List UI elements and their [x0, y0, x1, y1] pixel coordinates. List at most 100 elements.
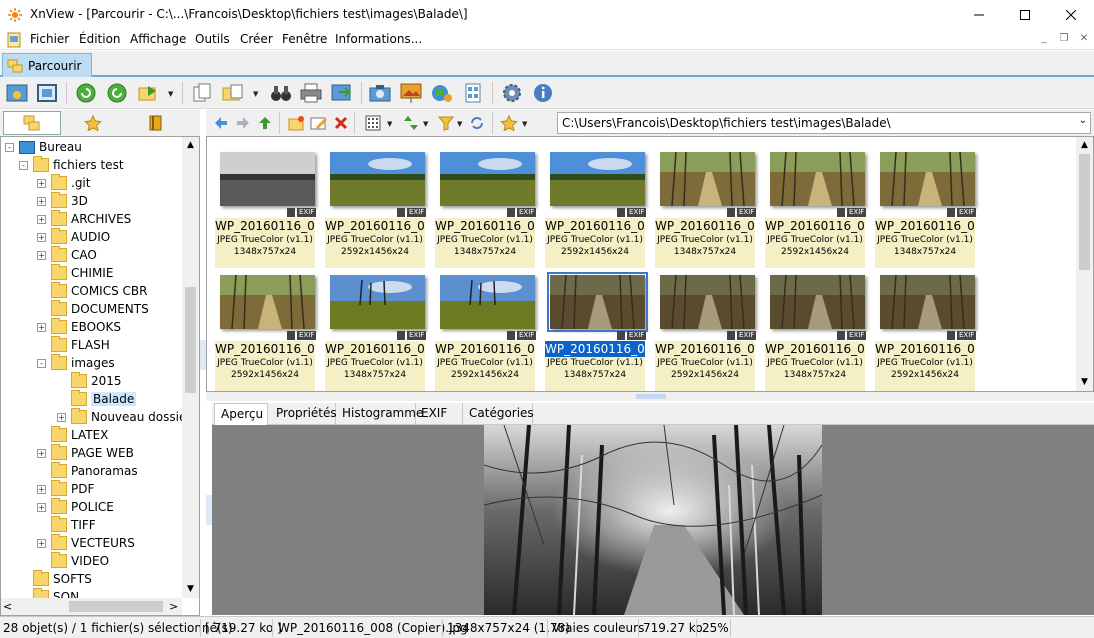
scroll-right-icon[interactable]: > [169, 598, 178, 615]
scroll-up-icon[interactable]: ▲ [182, 137, 199, 154]
mdi-minimize-icon[interactable]: _ [1036, 33, 1052, 47]
sort-dropdown-icon[interactable]: ▼ [423, 120, 428, 128]
paste-dropdown-icon[interactable]: ▼ [253, 90, 258, 98]
tree-item[interactable]: + EBOOKS [37, 318, 121, 336]
document-icon[interactable] [6, 32, 22, 48]
tree-item[interactable]: + POLICE [37, 498, 114, 516]
thumbnail-item[interactable]: EXIFWP_20160116_00...JPEG TrueColor (v1.… [763, 270, 867, 391]
tree-item[interactable]: - Bureau [5, 138, 82, 156]
thumbnail-item[interactable]: EXIF WP_20160116_009 JPEG TrueColor (v1.1)… [873, 270, 977, 391]
find-button[interactable] [268, 80, 294, 106]
tab-favorites[interactable] [64, 111, 122, 135]
browser-view-button[interactable] [4, 80, 30, 106]
tab-folders[interactable] [3, 111, 61, 135]
tab-exif[interactable]: EXIF [415, 403, 463, 425]
move-dropdown-icon[interactable]: ▼ [168, 90, 173, 98]
tree-item[interactable]: +3D [37, 192, 88, 210]
scroll-left-icon[interactable]: < [3, 598, 12, 615]
tree-item[interactable]: Panoramas [37, 462, 138, 480]
mdi-restore-icon[interactable]: ❐ [1056, 33, 1072, 47]
expand-icon[interactable]: + [37, 538, 46, 548]
fullscreen-button[interactable] [34, 80, 60, 106]
move-button[interactable] [136, 80, 162, 106]
expand-icon[interactable]: + [37, 322, 46, 332]
maximize-button[interactable] [1002, 0, 1048, 30]
thumbnail-item[interactable]: EXIFWP_20160116_00...JPEG TrueColor (v1.… [543, 270, 648, 391]
tree-item[interactable]: + PDF [37, 480, 94, 498]
expand-icon[interactable]: + [37, 196, 46, 206]
tree-item[interactable]: - fichiers test [19, 156, 124, 174]
delete-button[interactable] [328, 110, 354, 136]
menu-fichier[interactable]: Fichier [30, 32, 69, 46]
capture-button[interactable] [367, 80, 393, 106]
thumbnail-item[interactable]: EXIF WP_20160116_004 JPEG TrueColor (v1.1)… [543, 147, 647, 268]
browser-vscroll-thumb[interactable] [1079, 154, 1090, 270]
expand-icon[interactable]: + [37, 448, 46, 458]
reload-button[interactable] [104, 80, 130, 106]
tree-item[interactable]: + .git [37, 174, 90, 192]
minimize-button[interactable] [956, 0, 1002, 30]
menu-fenetre[interactable]: Fenêtre [282, 32, 327, 46]
close-button[interactable] [1048, 0, 1094, 30]
browser-vscrollbar[interactable]: ▲ ▼ [1076, 137, 1093, 391]
convert-button[interactable] [329, 80, 355, 106]
refresh-button[interactable] [73, 80, 99, 106]
thumbnail-item[interactable]: EXIF WP_20160116_005 JPEG TrueColor (v1.1)… [763, 147, 867, 268]
tree-item[interactable]: LATEX [37, 426, 108, 444]
menu-edition[interactable]: Édition [79, 32, 121, 46]
web-button[interactable] [429, 80, 455, 106]
tree-item[interactable]: Balade [57, 390, 137, 408]
menu-creer[interactable]: Créer [240, 32, 273, 46]
tree-item[interactable]: TIFF [37, 516, 96, 534]
sync-button[interactable] [464, 110, 490, 136]
filter-button[interactable] [433, 110, 459, 136]
collapse-icon[interactable]: - [37, 358, 46, 368]
mdi-close-icon[interactable]: ✕ [1076, 33, 1092, 47]
scroll-down-icon[interactable]: ▼ [182, 581, 199, 598]
copy-button[interactable] [189, 80, 215, 106]
tree-vscrollbar[interactable]: ▲ ▼ [182, 137, 199, 598]
tree-item[interactable]: COMICS CBR [37, 282, 147, 300]
tab-parcourir[interactable]: Parcourir [2, 53, 92, 77]
filter-dropdown-icon[interactable]: ▼ [457, 120, 462, 128]
tree-item[interactable]: SOFTS [19, 570, 92, 588]
tree-item[interactable]: VIDEO [37, 552, 109, 570]
tab-apercu[interactable]: Aperçu [214, 403, 268, 425]
expand-icon[interactable]: + [57, 412, 66, 422]
thumbnail-item[interactable]: EXIFWP_20160116_00...JPEG TrueColor (v1.… [323, 270, 427, 391]
collapse-icon[interactable]: - [5, 142, 14, 152]
tree-item[interactable]: FLASH [37, 336, 110, 354]
view-mode-dropdown-icon[interactable]: ▼ [387, 120, 392, 128]
path-dropdown-icon[interactable]: ⌄ [1079, 115, 1087, 126]
tree-hscrollbar[interactable]: < > [1, 598, 182, 615]
collapse-icon[interactable]: - [19, 160, 28, 170]
expand-icon[interactable]: + [37, 232, 46, 242]
slideshow-button[interactable] [398, 80, 424, 106]
tree-item[interactable]: CHIMIE [37, 264, 113, 282]
browser-scroll-down-icon[interactable]: ▼ [1076, 374, 1093, 391]
tab-proprietes[interactable]: Propriétés [270, 403, 337, 425]
expand-icon[interactable]: + [37, 250, 46, 260]
tree-item[interactable]: + Nouveau dossier [57, 408, 191, 426]
splitter-grip[interactable] [636, 394, 666, 399]
favorites-dropdown-icon[interactable]: ▼ [522, 120, 527, 128]
settings-button[interactable] [499, 80, 525, 106]
sort-button[interactable] [398, 110, 424, 136]
print-button[interactable] [298, 80, 324, 106]
menu-informations[interactable]: Informations... [335, 32, 422, 46]
tree-item[interactable]: + PAGE WEB [37, 444, 134, 462]
favorites-button[interactable] [496, 110, 522, 136]
thumbnail-item[interactable]: EXIF WP_20160116_001 JPEG TrueColor (v1.1)… [323, 147, 427, 268]
menu-outils[interactable]: Outils [195, 32, 230, 46]
tab-categories-preview[interactable]: Catégories [463, 403, 534, 425]
menu-affichage[interactable]: Affichage [130, 32, 186, 46]
tree-item[interactable]: + CAO [37, 246, 97, 264]
browser-scroll-up-icon[interactable]: ▲ [1076, 137, 1093, 154]
tree-item[interactable]: 2015 [57, 372, 122, 390]
view-mode-button[interactable] [360, 110, 386, 136]
thumbnail-item[interactable]: EXIFWP_20160116_00...JPEG TrueColor (v1.… [873, 147, 977, 268]
tree-vscroll-thumb[interactable] [185, 287, 196, 393]
tree-item[interactable]: - images [37, 354, 115, 372]
tree-item[interactable]: + AUDIO [37, 228, 110, 246]
path-input[interactable]: C:\Users\Francois\Desktop\fichiers test\… [557, 112, 1091, 134]
